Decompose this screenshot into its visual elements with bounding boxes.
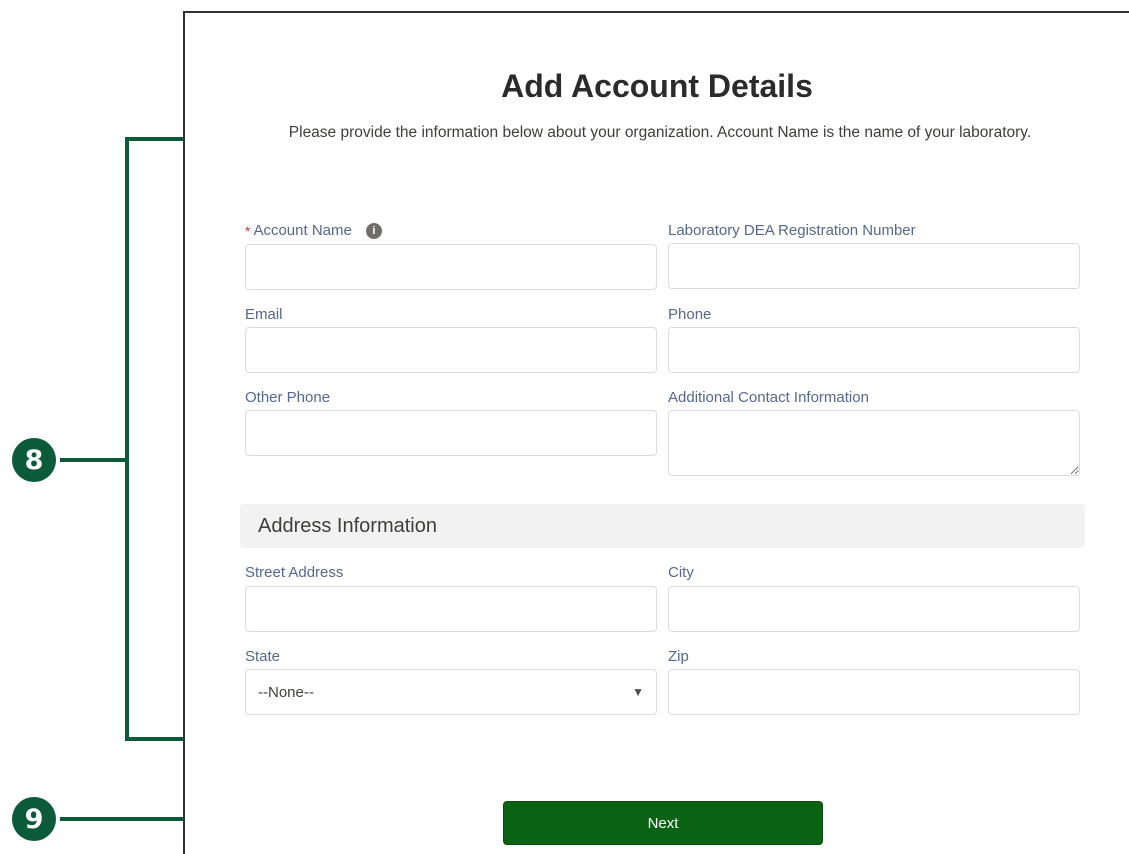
dea-number-label: Laboratory DEA Registration Number	[668, 222, 916, 239]
required-marker: *	[245, 222, 251, 239]
state-selected-value: --None--	[258, 683, 314, 701]
address-section-header: Address Information	[240, 504, 1085, 548]
street-address-label: Street Address	[245, 564, 344, 581]
email-label: Email	[245, 306, 283, 323]
page-title: Add Account Details	[501, 68, 813, 104]
page-subtitle: Please provide the information below abo…	[288, 124, 1032, 141]
additional-contact-label: Additional Contact Information	[668, 389, 869, 406]
bracket-8	[125, 137, 183, 741]
callout-9: 9	[12, 797, 56, 841]
state-label: State	[245, 648, 281, 665]
phone-label: Phone	[668, 306, 712, 323]
zip-input[interactable]	[668, 669, 1080, 715]
street-address-input[interactable]	[245, 586, 657, 632]
next-button[interactable]: Next	[503, 801, 823, 845]
additional-contact-textarea[interactable]	[668, 410, 1080, 476]
callout-8: 8	[12, 438, 56, 482]
account-name-input[interactable]	[245, 244, 657, 290]
other-phone-label: Other Phone	[245, 389, 331, 406]
account-name-label: * Account Name i	[245, 222, 382, 239]
form-panel: Add Account Details Please provide the i…	[183, 11, 1129, 854]
chevron-down-icon: ▼	[632, 685, 644, 699]
state-select[interactable]: --None-- ▼	[245, 669, 657, 715]
phone-input[interactable]	[668, 327, 1080, 373]
city-label: City	[668, 564, 694, 581]
email-input[interactable]	[245, 327, 657, 373]
other-phone-input[interactable]	[245, 410, 657, 456]
city-input[interactable]	[668, 586, 1080, 632]
account-name-label-text: Account Name	[253, 222, 352, 239]
info-icon[interactable]: i	[365, 222, 382, 239]
zip-label: Zip	[668, 648, 689, 665]
dea-number-input[interactable]	[668, 243, 1080, 289]
